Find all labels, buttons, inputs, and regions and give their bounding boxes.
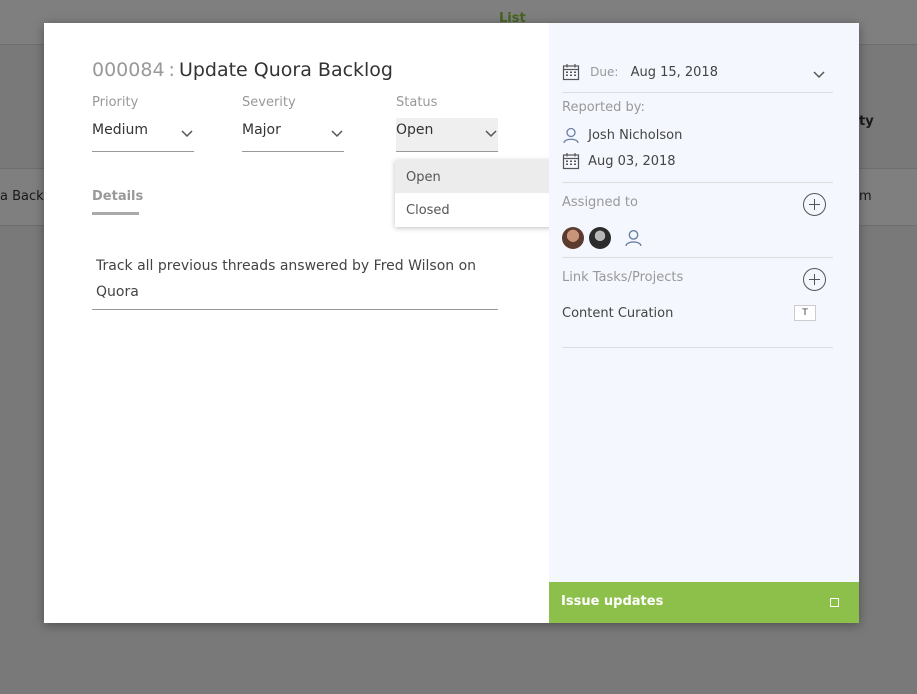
issue-number: 000084 xyxy=(92,59,165,81)
status-value: Open xyxy=(396,122,434,138)
chevron-down-icon xyxy=(485,130,497,138)
linked-item-content-curation[interactable]: Content Curation xyxy=(562,306,673,321)
severity-label: Severity xyxy=(242,95,296,110)
status-select[interactable]: Open xyxy=(396,118,498,152)
chevron-down-icon xyxy=(331,130,343,138)
status-option-closed[interactable]: Closed xyxy=(395,193,555,226)
status-label: Status xyxy=(396,95,438,110)
issue-updates-bar[interactable]: Issue updates xyxy=(549,582,859,623)
issue-updates-label: Issue updates xyxy=(561,594,664,609)
issue-modal: 000084: Update Quora Backlog Priority Med… xyxy=(44,23,859,623)
priority-field: Priority Medium xyxy=(92,95,194,152)
sidebar-divider xyxy=(562,257,833,258)
status-option-open[interactable]: Open xyxy=(395,160,555,193)
tab-details[interactable]: Details xyxy=(92,189,143,204)
add-assignee-button[interactable] xyxy=(803,193,826,216)
avatar[interactable] xyxy=(562,227,584,249)
chevron-down-icon xyxy=(181,130,193,138)
status-dropdown: Open Closed xyxy=(395,160,555,227)
add-link-button[interactable] xyxy=(803,268,826,291)
square-icon[interactable] xyxy=(830,598,839,607)
priority-label: Priority xyxy=(92,95,139,110)
severity-value: Major xyxy=(242,122,281,138)
sidebar-divider xyxy=(562,347,833,348)
priority-value: Medium xyxy=(92,122,148,138)
due-label: Due: xyxy=(590,64,619,79)
assigned-to-label: Assigned to xyxy=(562,195,638,210)
reported-by-label: Reported by: xyxy=(562,100,645,115)
reported-date: Aug 03, 2018 xyxy=(588,153,676,169)
user-icon xyxy=(563,127,579,144)
reporter-row: Josh Nicholson xyxy=(562,126,682,144)
reporter-name: Josh Nicholson xyxy=(588,127,683,143)
calendar-icon xyxy=(562,153,580,170)
sidebar-divider xyxy=(562,182,833,183)
severity-field: Severity Major xyxy=(242,95,344,152)
priority-select[interactable]: Medium xyxy=(92,118,194,152)
avatar[interactable] xyxy=(589,227,611,249)
sidebar-divider xyxy=(562,92,833,93)
severity-select[interactable]: Major xyxy=(242,118,344,152)
link-tasks-label: Link Tasks/Projects xyxy=(562,270,684,285)
linked-type-badge: T xyxy=(794,305,816,321)
chevron-down-icon[interactable] xyxy=(812,67,826,81)
calendar-icon xyxy=(562,64,580,81)
due-row[interactable]: Due: Aug 15, 2018 xyxy=(562,63,718,81)
issue-title: 000084: Update Quora Backlog xyxy=(92,59,393,81)
issue-sidebar: Due: Aug 15, 2018 Reported by: Josh Nich… xyxy=(549,23,859,623)
status-field: Status Open xyxy=(396,95,498,152)
tab-details-underline xyxy=(92,212,139,215)
due-date: Aug 15, 2018 xyxy=(630,64,718,80)
issue-title-text[interactable]: Update Quora Backlog xyxy=(179,59,393,81)
issue-title-separator: : xyxy=(168,59,175,81)
issue-main-pane: 000084: Update Quora Backlog Priority Med… xyxy=(44,23,555,623)
description-field[interactable]: Track all previous threads answered by F… xyxy=(92,253,498,310)
user-icon[interactable] xyxy=(624,228,643,247)
reported-date-row: Aug 03, 2018 xyxy=(562,152,676,170)
